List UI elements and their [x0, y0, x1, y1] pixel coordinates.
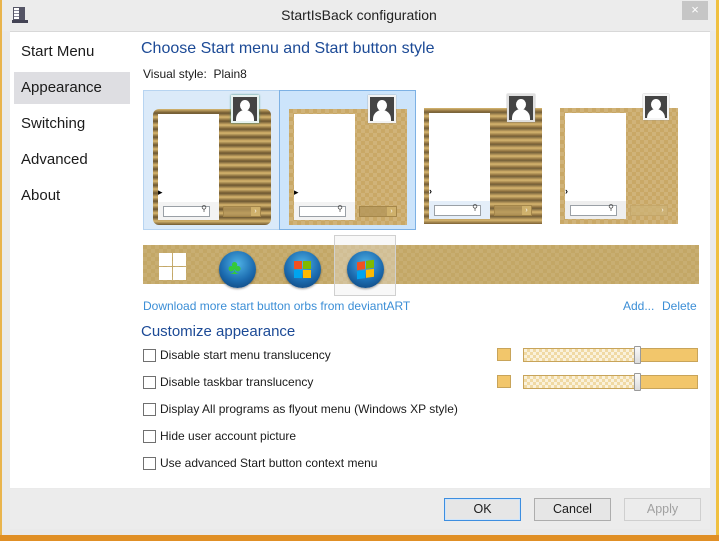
taskbar-opacity-slider[interactable]: [523, 373, 698, 391]
shutdown-preview: ›: [223, 206, 261, 217]
desktop-background: [0, 535, 719, 541]
arrow-icon: ›: [565, 186, 568, 196]
download-orbs-link[interactable]: Download more start button orbs from dev…: [143, 299, 410, 313]
slider-thumb[interactable]: [634, 373, 641, 391]
arrow-icon: ▸: [294, 187, 299, 197]
checkbox[interactable]: [143, 376, 156, 390]
checkbox[interactable]: [143, 457, 156, 471]
checkbox[interactable]: [143, 430, 156, 444]
dialog-footer: OK Cancel Apply: [10, 489, 710, 529]
sidebar-item-about[interactable]: About: [14, 180, 130, 212]
orb-option-windows-flag[interactable]: [284, 251, 321, 288]
orb-option-windows8-logo[interactable]: [159, 253, 187, 281]
user-avatar-icon: [643, 94, 669, 120]
menu-preview: ▸ ⚲ ›: [153, 109, 271, 225]
search-icon: ⚲: [472, 203, 478, 212]
sidebar-item-appearance[interactable]: Appearance: [14, 72, 130, 104]
search-box-preview: ⚲: [570, 203, 617, 216]
option-hide-user-picture[interactable]: Hide user account picture: [143, 429, 296, 445]
menu-preview: ▸ ⚲ ›: [289, 109, 407, 225]
user-avatar-icon: [231, 95, 259, 123]
arrow-icon: ›: [429, 186, 432, 196]
windows-flag-icon: [294, 261, 311, 278]
orb-option-windows7[interactable]: [347, 251, 384, 288]
menu-preview: › ⚲ ›: [424, 108, 542, 224]
shutdown-arrow-icon: ›: [251, 207, 260, 216]
windows7-flag-icon: [357, 259, 374, 280]
search-box-preview: ⚲: [163, 204, 210, 217]
shutdown-preview: ›: [359, 206, 397, 217]
sidebar: Start Menu Appearance Switching Advanced…: [10, 32, 140, 488]
arrow-icon: ▸: [158, 187, 163, 197]
orb-option-clover[interactable]: ♣: [219, 251, 256, 288]
shutdown-arrow-icon: ›: [661, 207, 664, 214]
search-icon: ⚲: [201, 204, 207, 213]
customize-heading: Customize appearance: [141, 323, 296, 340]
client-area: Start Menu Appearance Switching Advanced…: [10, 31, 710, 488]
config-window: StartIsBack configuration × Start Menu A…: [0, 0, 719, 535]
user-avatar-icon: [507, 94, 535, 122]
start-menu-color-swatch[interactable]: [497, 348, 511, 361]
close-button[interactable]: ×: [682, 1, 708, 20]
slider-thumb[interactable]: [634, 346, 641, 364]
shutdown-preview: ›: [630, 205, 668, 216]
sidebar-item-start-menu[interactable]: Start Menu: [14, 36, 130, 68]
delete-orb-link[interactable]: Delete: [662, 299, 697, 313]
apply-button[interactable]: Apply: [624, 498, 701, 521]
sidebar-item-advanced[interactable]: Advanced: [14, 144, 130, 176]
shutdown-arrow-icon: ›: [387, 207, 396, 216]
close-icon: ×: [691, 2, 699, 17]
appearance-panel: Choose Start menu and Start button style…: [141, 32, 710, 488]
title-bar: StartIsBack configuration ×: [2, 0, 716, 31]
section-heading: Choose Start menu and Start button style: [141, 40, 435, 57]
user-avatar-icon: [368, 95, 396, 123]
checkbox[interactable]: [143, 349, 156, 363]
clover-icon: ♣: [228, 257, 242, 279]
style-option-plain8[interactable]: ▸ ⚲ ›: [279, 90, 416, 230]
option-disable-start-menu-translucency[interactable]: Disable start menu translucency: [143, 348, 331, 364]
shutdown-preview: ›: [494, 205, 532, 216]
menu-preview: › ⚲ ›: [560, 108, 678, 224]
visual-style-value: Plain8: [213, 67, 247, 81]
add-orb-link[interactable]: Add...: [623, 299, 654, 313]
visual-style-label: Visual style: Plain8: [143, 67, 247, 81]
shutdown-arrow-icon: ›: [522, 206, 531, 215]
style-option-gradient-square[interactable]: › ⚲ ›: [417, 90, 554, 230]
start-menu-opacity-slider[interactable]: [523, 346, 698, 364]
option-advanced-context-menu[interactable]: Use advanced Start button context menu: [143, 456, 377, 472]
search-box-preview: ⚲: [434, 203, 481, 216]
style-option-plain-square[interactable]: › ⚲ ›: [553, 90, 690, 230]
windows8-logo-icon: [159, 253, 172, 266]
cancel-button[interactable]: Cancel: [534, 498, 611, 521]
search-box-preview: ⚲: [299, 204, 346, 217]
style-option-gradient-rounded[interactable]: ▸ ⚲ ›: [143, 90, 280, 230]
option-disable-taskbar-translucency[interactable]: Disable taskbar translucency: [143, 375, 313, 391]
search-icon: ⚲: [337, 204, 343, 213]
ok-button[interactable]: OK: [444, 498, 521, 521]
search-icon: ⚲: [608, 203, 614, 212]
sidebar-item-switching[interactable]: Switching: [14, 108, 130, 140]
taskbar-color-swatch[interactable]: [497, 375, 511, 388]
window-title: StartIsBack configuration: [281, 7, 437, 23]
checkbox[interactable]: [143, 403, 156, 417]
option-flyout-all-programs[interactable]: Display All programs as flyout menu (Win…: [143, 402, 458, 418]
